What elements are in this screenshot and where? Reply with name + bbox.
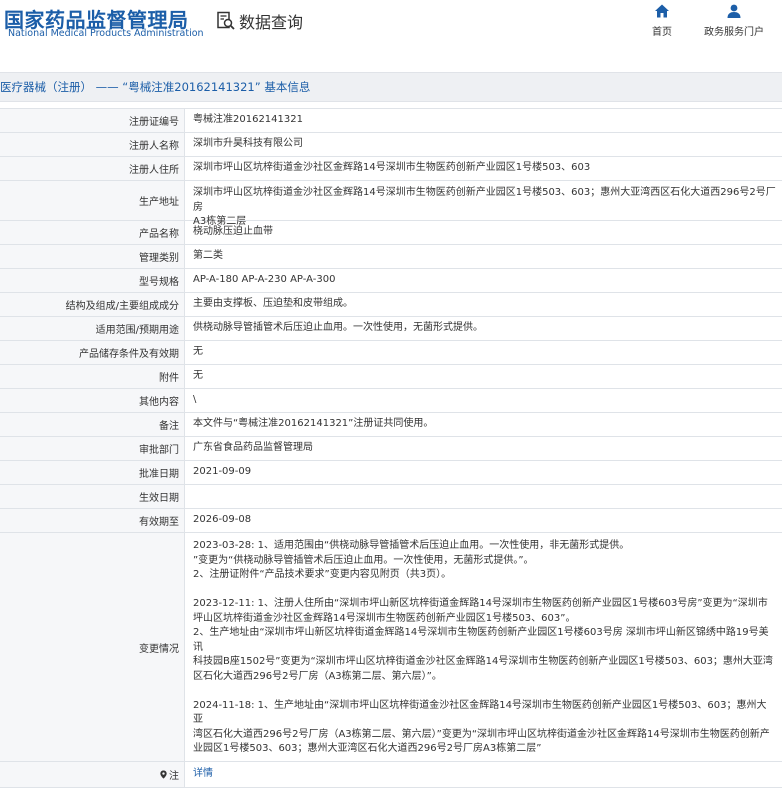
row-value	[185, 485, 782, 508]
nav-gov-label: 政务服务门户	[704, 27, 764, 38]
row-label: 注册人名称	[0, 133, 185, 156]
row-label: 注册人住所	[0, 157, 185, 180]
table-row: 产品名称 桡动脉压迫止血带	[0, 221, 782, 245]
document-search-icon	[217, 11, 235, 30]
table-row: 注册人名称 深圳市升昊科技有限公司	[0, 133, 782, 157]
change-line: ”变更为“供桡动脉导管插管术后压迫止血用。一次性使用，无菌形式提供。”。	[193, 554, 534, 566]
site-logo-subtitle: National Medical Products Administration	[8, 28, 204, 39]
change-history: 2023-03-28: 1、适用范围由“供桡动脉导管插管术后压迫止血用。一次性使…	[185, 533, 782, 761]
row-value: \	[193, 394, 197, 406]
row-value: 主要由支撑板、压迫垫和皮带组成。	[193, 298, 353, 310]
row-label: 变更情况	[0, 533, 185, 761]
change-line: 2024-11-18: 1、生产地址由“深圳市坪山区坑梓街道金沙社区金辉路14号…	[193, 699, 767, 726]
value-line: 深圳市坪山区坑梓街道金沙社区金辉路14号深圳市生物医药创新产业园区1号楼503、…	[193, 187, 776, 213]
row-label: 结构及组成/主要组成成分	[0, 293, 185, 316]
change-line: 2023-03-28: 1、适用范围由“供桡动脉导管插管术后压迫止血用。一次性使…	[193, 540, 630, 551]
change-line: 业园区1号楼503、603；惠州大亚湾区石化大道西296号2号厂房A3栋第二层”	[193, 743, 542, 754]
row-label: 批准日期	[0, 461, 185, 484]
row-label: 生效日期	[0, 485, 185, 508]
row-value: 供桡动脉导管插管术后压迫止血用。一次性使用，无菌形式提供。	[193, 322, 483, 334]
table-row: 备注 本文件与“粤械注准20162141321”注册证共同使用。	[0, 413, 782, 437]
page-title: 医疗器械（注册） —— “粤械注准20162141321” 基本信息	[0, 80, 311, 94]
row-value: 广东省食品药品监督管理局	[193, 442, 313, 454]
row-value: 第二类	[193, 250, 223, 262]
row-value: 深圳市升昊科技有限公司	[193, 138, 303, 150]
row-label: 管理类别	[0, 245, 185, 268]
table-row: 型号规格 AP-A-180 AP-A-230 AP-A-300	[0, 269, 782, 293]
table-row: 有效期至 2026-09-08	[0, 509, 782, 533]
data-query-link[interactable]: 数据查询	[216, 8, 303, 34]
table-row-note: 注 详情	[0, 762, 782, 788]
change-line: 区石化大道西296号2号厂房（A3栋第二层、第六层）”。	[193, 670, 442, 682]
table-row: 适用范围/预期用途 供桡动脉导管插管术后压迫止血用。一次性使用，无菌形式提供。	[0, 317, 782, 341]
row-label: 备注	[0, 413, 185, 436]
change-entry: 2023-03-28: 1、适用范围由“供桡动脉导管插管术后压迫止血用。一次性使…	[193, 539, 776, 583]
row-value: 详情	[185, 762, 782, 787]
row-value: 无	[193, 370, 203, 382]
row-value: 2021-09-09	[193, 466, 252, 478]
row-label: 附件	[0, 365, 185, 388]
data-query-label: 数据查询	[239, 13, 304, 32]
table-row-changes: 变更情况 2023-03-28: 1、适用范围由“供桡动脉导管插管术后压迫止血用…	[0, 533, 782, 762]
row-value: 无	[193, 346, 203, 358]
row-label: 生产地址	[0, 181, 185, 220]
row-label: 审批部门	[0, 437, 185, 460]
table-row: 附件 无	[0, 365, 782, 389]
row-label: 注册证编号	[0, 109, 185, 132]
change-entry: 2023-12-11: 1、注册人住所由“深圳市坪山新区坑梓街道金辉路14号深圳…	[193, 597, 776, 684]
change-line: 科技园B座1502号”变更为“深圳市坪山区坑梓街道金沙社区金辉路14号深圳市生物…	[193, 656, 773, 667]
change-line: 2023-12-11: 1、注册人住所由“深圳市坪山新区坑梓街道金辉路14号深圳…	[193, 598, 768, 609]
nav-gov-service-portal[interactable]: 政务服务门户	[704, 3, 764, 38]
change-line: 2、注册证附件“产品技术要求”变更内容见附页（共3页）。	[193, 569, 452, 580]
map-pin-icon	[160, 770, 167, 779]
table-row: 产品储存条件及有效期 无	[0, 341, 782, 365]
table-row: 注册人住所 深圳市坪山区坑梓街道金沙社区金辉路14号深圳市生物医药创新产业园区1…	[0, 157, 782, 181]
row-value: AP-A-180 AP-A-230 AP-A-300	[193, 274, 336, 286]
row-label: 注	[0, 762, 185, 787]
row-label: 其他内容	[0, 389, 185, 412]
change-line: 2、生产地址由“深圳市坪山新区坑梓街道金辉路14号深圳市生物医药创新产业园区1号…	[193, 627, 769, 653]
note-label: 注	[169, 771, 179, 782]
table-row: 生效日期	[0, 485, 782, 509]
table-row: 生产地址 深圳市坪山区坑梓街道金沙社区金辉路14号深圳市生物医药创新产业园区1号…	[0, 181, 782, 227]
change-entry: 2024-11-18: 1、生产地址由“深圳市坪山区坑梓街道金沙社区金辉路14号…	[193, 699, 776, 757]
site-header: 国家药品监督管理局 National Medical Products Admi…	[0, 0, 782, 62]
change-line: 湾区石化大道西296号2号厂房（A3栋第二层、第六层）”变更为“深圳市坪山区坑梓…	[193, 728, 770, 740]
table-row: 管理类别 第二类	[0, 245, 782, 269]
table-row: 其他内容 \	[0, 389, 782, 413]
row-value: 深圳市坪山区坑梓街道金沙社区金辉路14号深圳市生物医药创新产业园区1号楼503、…	[185, 181, 782, 227]
table-row: 结构及组成/主要组成成分 主要由支撑板、压迫垫和皮带组成。	[0, 293, 782, 317]
detail-table: 注册证编号 粤械注准20162141321 注册人名称 深圳市升昊科技有限公司 …	[0, 108, 782, 788]
table-row: 审批部门 广东省食品药品监督管理局	[0, 437, 782, 461]
row-value: 2026-09-08	[193, 514, 252, 526]
row-label: 有效期至	[0, 509, 185, 532]
details-link[interactable]: 详情	[193, 767, 213, 782]
change-line: 坪山区坑梓街道金沙社区金辉路14号深圳市生物医药创新产业园区1号楼503、603…	[193, 612, 576, 624]
row-label: 适用范围/预期用途	[0, 317, 185, 340]
nav-home-label: 首页	[652, 27, 672, 38]
table-row: 注册证编号 粤械注准20162141321	[0, 109, 782, 133]
row-label: 型号规格	[0, 269, 185, 292]
row-value: 桡动脉压迫止血带	[193, 226, 273, 238]
nav-home[interactable]: 首页	[652, 3, 672, 38]
table-row: 批准日期 2021-09-09	[0, 461, 782, 485]
row-value: 深圳市坪山区坑梓街道金沙社区金辉路14号深圳市生物医药创新产业园区1号楼503、…	[193, 162, 591, 174]
user-icon	[727, 4, 741, 18]
row-value: 本文件与“粤械注准20162141321”注册证共同使用。	[193, 418, 434, 430]
row-label: 产品名称	[0, 221, 185, 244]
row-label: 产品储存条件及有效期	[0, 341, 185, 364]
detail-title-bar: 医疗器械（注册） —— “粤械注准20162141321” 基本信息	[0, 72, 782, 102]
row-value: 粤械注准20162141321	[193, 114, 303, 126]
home-icon	[655, 4, 669, 18]
